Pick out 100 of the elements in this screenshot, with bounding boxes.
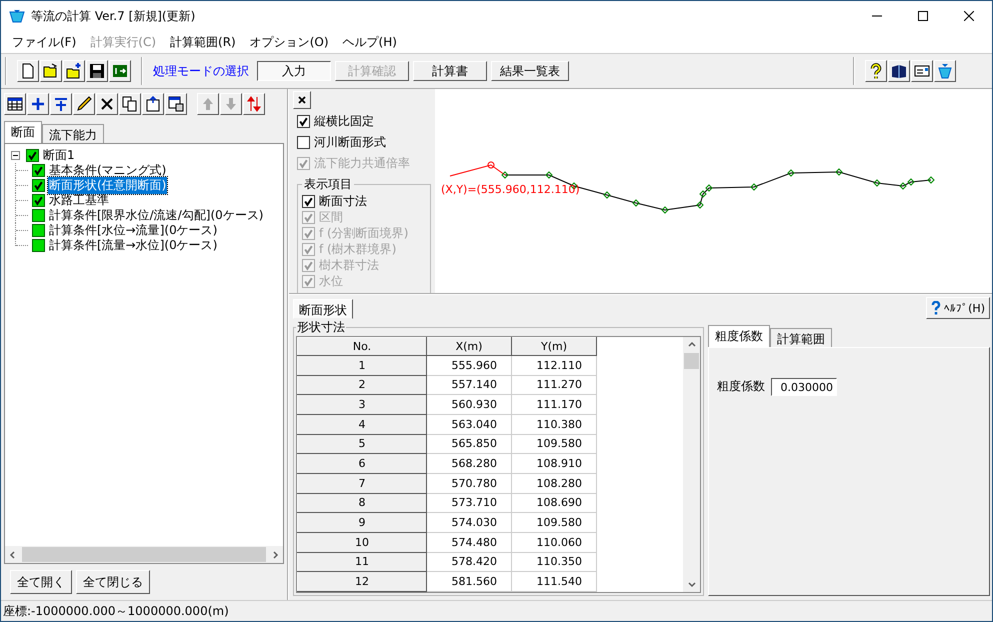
checkbox[interactable] <box>297 136 310 149</box>
table-cell[interactable]: 555.960 <box>426 356 512 376</box>
new-file-icon <box>20 63 36 79</box>
water-cup-button[interactable] <box>934 60 956 82</box>
maximize-icon[interactable] <box>918 11 928 21</box>
close-button[interactable] <box>293 91 311 109</box>
table-cell[interactable]: 563.040 <box>426 414 512 434</box>
table-cell[interactable]: 578.420 <box>426 552 512 572</box>
tree-item[interactable]: 計算条件[流量→水位](0ケース) <box>48 237 218 254</box>
cross-icon <box>99 96 115 112</box>
table-cell[interactable]: 581.560 <box>426 572 512 592</box>
help-button[interactable] <box>865 60 887 82</box>
tree-checkbox[interactable] <box>26 149 39 162</box>
menu-item[interactable]: ヘルプ(H) <box>336 34 404 50</box>
scrollbar-thumb[interactable] <box>22 547 266 562</box>
table-cell[interactable]: 574.030 <box>426 512 512 532</box>
expand-collapse-button[interactable]: 全て開く <box>10 570 72 594</box>
tab[interactable]: 断面形状 <box>293 299 353 319</box>
add-folder-button[interactable] <box>63 60 85 82</box>
tree-checkbox[interactable] <box>32 194 45 207</box>
tree-checkbox[interactable] <box>32 164 45 177</box>
table-button[interactable] <box>4 93 26 115</box>
mode-button[interactable]: 結果一覧表 <box>491 61 569 81</box>
down-arrow-icon <box>223 96 239 112</box>
table-cell[interactable]: 108.690 <box>512 493 596 513</box>
copy-icon <box>122 96 138 112</box>
tree-checkbox[interactable] <box>32 224 45 237</box>
exit-button[interactable] <box>109 60 131 82</box>
new-file-button[interactable] <box>17 60 39 82</box>
tree-item[interactable]: 断面形状(任意開断面) <box>48 177 168 194</box>
expand-collapse-button[interactable]: 全て閉じる <box>76 570 150 594</box>
scroll-left-icon[interactable] <box>9 550 17 558</box>
table-cell[interactable]: 110.350 <box>512 552 596 572</box>
scroll-right-icon[interactable] <box>271 550 279 558</box>
card-button[interactable] <box>911 60 933 82</box>
menu-item[interactable]: ファイル(F) <box>5 34 84 50</box>
tree-checkbox[interactable] <box>32 179 45 192</box>
checkbox-label: 河川断面形式 <box>314 134 386 151</box>
collapse-toggle-icon[interactable] <box>11 151 20 160</box>
vertical-scrollbar[interactable] <box>683 337 700 592</box>
tree-checkbox[interactable] <box>32 239 45 252</box>
tree-item[interactable]: 基本条件(マニング式) <box>48 162 168 179</box>
table-cell[interactable]: 565.850 <box>426 434 512 454</box>
table-cell[interactable]: 568.280 <box>426 454 512 474</box>
app-logo-icon <box>9 9 25 23</box>
table-cell[interactable]: 108.910 <box>512 454 596 474</box>
tree-item[interactable]: 計算条件[水位→流量](0ケース) <box>48 222 218 239</box>
scroll-down-icon[interactable] <box>688 580 696 588</box>
row-header: 6 <box>298 454 426 474</box>
tab[interactable]: 流下能力 <box>42 124 104 143</box>
table-cell[interactable]: 574.480 <box>426 532 512 552</box>
table-cell[interactable]: 112.110 <box>512 356 596 376</box>
horizontal-scrollbar[interactable] <box>5 546 283 563</box>
roughness-input[interactable]: 0.030000 <box>771 378 837 396</box>
open-folder-button[interactable] <box>40 60 62 82</box>
edit-button[interactable] <box>73 93 95 115</box>
table-cell[interactable]: 111.170 <box>512 394 596 414</box>
book-button[interactable] <box>888 60 910 82</box>
close-icon[interactable] <box>964 11 974 21</box>
copy-button[interactable] <box>119 93 141 115</box>
tree-item[interactable]: 断面1 <box>42 147 76 164</box>
swap-button[interactable] <box>243 93 265 115</box>
table-cell[interactable]: 109.580 <box>512 512 596 532</box>
tab[interactable]: 断面 <box>4 121 42 143</box>
table-cell[interactable]: 108.280 <box>512 473 596 494</box>
table-cell[interactable]: 111.540 <box>512 572 596 592</box>
help-button[interactable]: ﾍﾙﾌﾟ(H) <box>926 297 990 319</box>
add-button[interactable] <box>27 93 49 115</box>
paste-icon <box>145 96 161 112</box>
table-cell[interactable]: 570.780 <box>426 473 512 494</box>
delete-button[interactable] <box>96 93 118 115</box>
table-cell[interactable]: 557.140 <box>426 375 512 395</box>
mode-button[interactable]: 入力 <box>257 61 331 81</box>
table-cell[interactable]: 111.270 <box>512 375 596 395</box>
calculator-button[interactable] <box>165 93 187 115</box>
table-cell[interactable]: 109.580 <box>512 434 596 454</box>
menu-item[interactable]: オプション(O) <box>242 34 336 50</box>
row-header: 5 <box>298 434 426 454</box>
tab[interactable]: 粗度係数 <box>708 325 770 347</box>
tree-checkbox[interactable] <box>32 209 45 222</box>
insert-button[interactable] <box>50 93 72 115</box>
scroll-up-icon[interactable] <box>688 341 696 349</box>
checkbox[interactable] <box>302 194 315 208</box>
table-cell[interactable]: 110.380 <box>512 414 596 434</box>
pencil-icon <box>76 96 92 112</box>
table-cell[interactable]: 573.710 <box>426 493 512 513</box>
checkbox[interactable] <box>297 115 310 128</box>
save-button[interactable] <box>86 60 108 82</box>
paste-button[interactable] <box>142 93 164 115</box>
checkbox-label: f (分割断面境界) <box>319 224 408 242</box>
tree-item[interactable]: 計算条件[限界水位/流速/勾配](0ケース) <box>48 207 264 224</box>
tab[interactable]: 計算範囲 <box>770 328 832 347</box>
swap-arrows-icon <box>246 96 262 112</box>
card-icon <box>914 63 930 79</box>
menu-item[interactable]: 計算範囲(R) <box>163 34 243 50</box>
table-cell[interactable]: 110.060 <box>512 532 596 552</box>
scrollbar-thumb[interactable] <box>684 353 699 369</box>
tree-item[interactable]: 水路工基準 <box>48 192 110 209</box>
mode-button[interactable]: 計算書 <box>413 61 487 81</box>
table-cell[interactable]: 560.930 <box>426 394 512 414</box>
